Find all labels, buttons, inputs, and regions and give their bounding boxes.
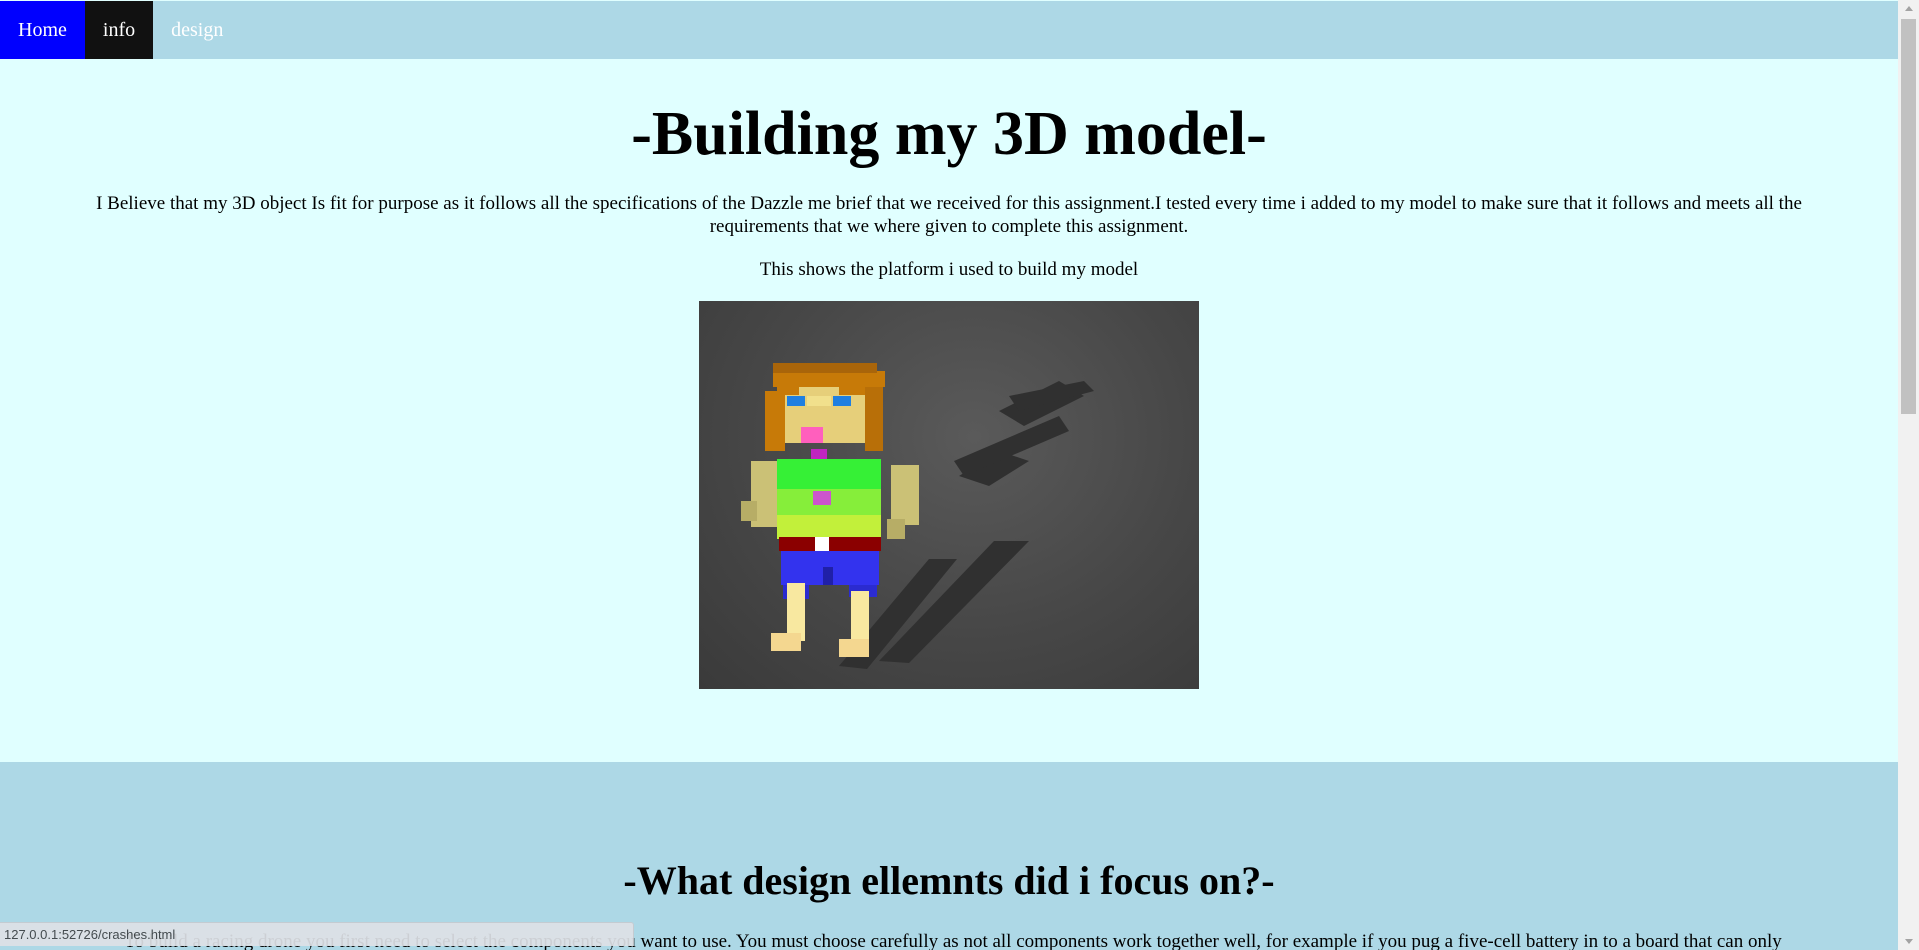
voxel-model-image [699,301,1199,689]
nav-home-link[interactable]: Home [0,1,85,59]
section-title: -What design ellemnts did i focus on?- [623,858,1275,903]
nav-design-link[interactable]: design [153,1,241,59]
intro-paragraph: I Believe that my 3D object Is fit for p… [96,193,1802,237]
image-caption: This shows the platform i used to build … [759,259,1139,280]
status-bar-url: 127.0.0.1:52726/crashes.html [0,922,634,946]
page: Home info design -Building my 3D model- … [0,0,1898,950]
scroll-down-arrow-icon[interactable] [1898,933,1919,950]
building-model-section: -Building my 3D model- I Believe that my… [0,59,1898,762]
nav-info-link[interactable]: info [84,1,154,59]
page-title: -Building my 3D model- [631,100,1267,168]
scroll-up-arrow-icon[interactable] [1898,0,1919,17]
vertical-scrollbar[interactable] [1898,0,1919,950]
scrollbar-thumb[interactable] [1901,19,1916,414]
top-navigation: Home info design [0,1,1898,59]
